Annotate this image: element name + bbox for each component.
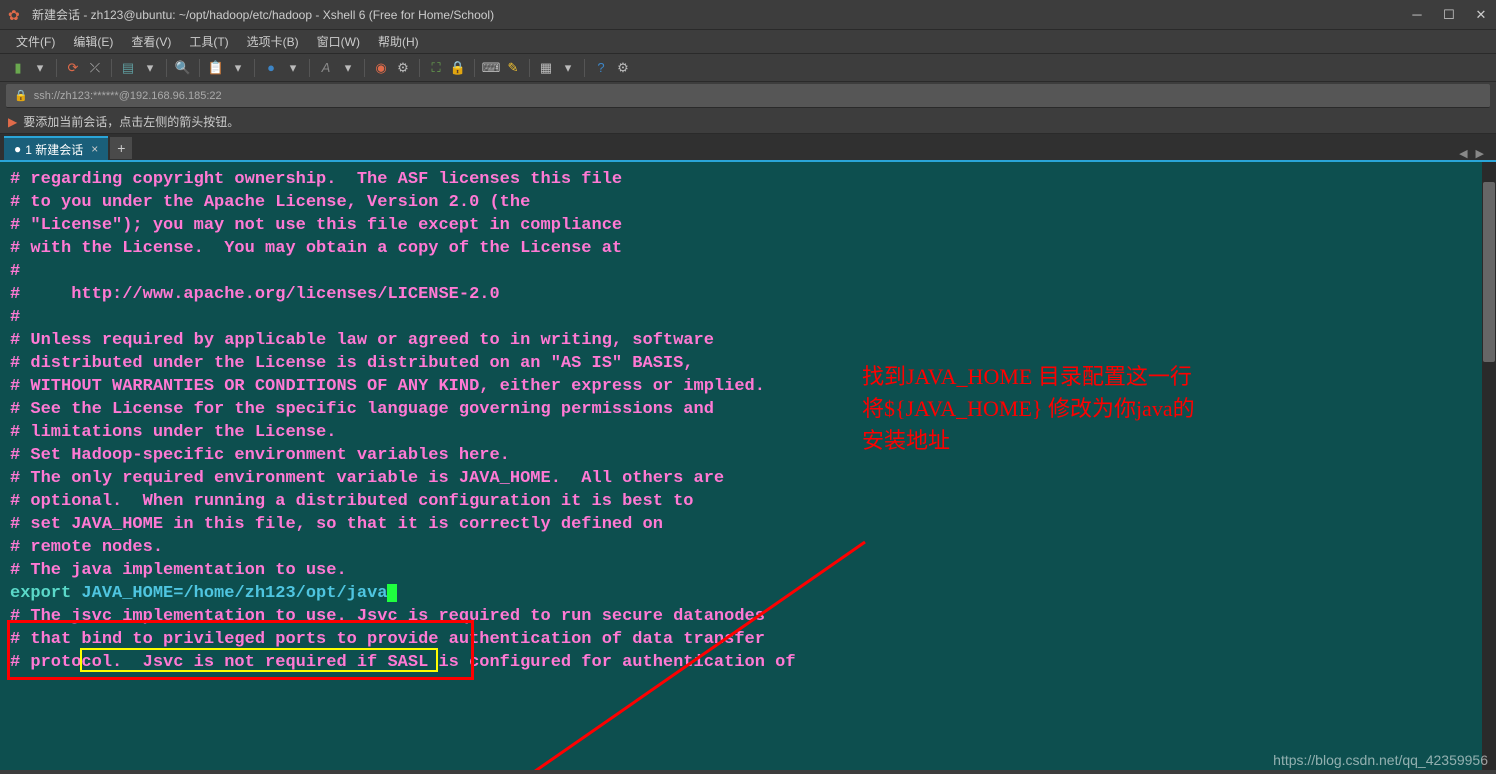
window-controls: ─ ☐ ✕ xyxy=(1410,8,1488,22)
terminal-line: # xyxy=(10,306,1486,329)
annotation-line: 找到JAVA_HOME 目录配置这一行 xyxy=(862,361,1195,393)
terminal-line: # Unless required by applicable law or a… xyxy=(10,329,1486,352)
tab-next-icon[interactable]: ▶ xyxy=(1476,147,1484,160)
tab-close-icon[interactable]: × xyxy=(91,142,98,156)
tab-prev-icon[interactable]: ◀ xyxy=(1459,147,1467,160)
terminal-line: # remote nodes. xyxy=(10,536,1486,559)
watermark: https://blog.csdn.net/qq_42359956 xyxy=(1273,752,1488,768)
terminal-scrollbar[interactable] xyxy=(1482,162,1496,770)
terminal-line: # The java implementation to use. xyxy=(10,559,1486,582)
terminal-line: # Set Hadoop-specific environment variab… xyxy=(10,444,1486,467)
help-icon[interactable]: ? xyxy=(591,58,611,78)
hintbar: ▶ 要添加当前会话，点击左侧的箭头按钮。 xyxy=(0,110,1496,134)
tab-label: 1 新建会话 xyxy=(25,141,83,158)
disconnect-icon[interactable]: ⤫ xyxy=(85,58,105,78)
address-text: ssh://zh123:******@192.168.96.185:22 xyxy=(34,90,222,102)
separator xyxy=(309,59,310,77)
terminal-line: # See the License for the specific langu… xyxy=(10,398,1486,421)
new-session-icon[interactable]: ▮ xyxy=(8,58,28,78)
terminal-line: # The only required environment variable… xyxy=(10,467,1486,490)
paste-icon[interactable]: 📋 xyxy=(206,58,226,78)
annotation-line: 安装地址 xyxy=(862,425,1195,457)
menu-tools[interactable]: 工具(T) xyxy=(181,31,236,52)
app-icon: ✿ xyxy=(8,7,24,23)
annotation-yellow-box xyxy=(80,648,438,672)
terminal-line: # optional. When running a distributed c… xyxy=(10,490,1486,513)
cursor xyxy=(387,584,397,602)
separator xyxy=(166,59,167,77)
menu-window[interactable]: 窗口(W) xyxy=(309,31,368,52)
menu-help[interactable]: 帮助(H) xyxy=(370,31,427,52)
export-value: JAVA_HOME=/home/zh123/opt/java xyxy=(81,584,387,603)
highlight-icon[interactable]: ✎ xyxy=(503,58,523,78)
copy-icon[interactable]: ▤ xyxy=(118,58,138,78)
terminal-line: # http://www.apache.org/licenses/LICENSE… xyxy=(10,283,1486,306)
refresh-icon[interactable]: ◉ xyxy=(371,58,391,78)
search-icon[interactable]: 🔍 xyxy=(173,58,193,78)
annotation-line: 将${JAVA_HOME} 修改为你java的 xyxy=(862,393,1195,425)
menubar: 文件(F) 编辑(E) 查看(V) 工具(T) 选项卡(B) 窗口(W) 帮助(… xyxy=(0,30,1496,54)
tab-bullet-icon: ● xyxy=(14,142,21,156)
terminal-line: # "License"); you may not use this file … xyxy=(10,214,1486,237)
window-title: 新建会话 - zh123@ubuntu: ~/opt/hadoop/etc/ha… xyxy=(32,6,1410,23)
separator xyxy=(474,59,475,77)
session-tab[interactable]: ● 1 新建会话 × xyxy=(4,136,108,160)
menu-edit[interactable]: 编辑(E) xyxy=(65,31,121,52)
terminal-line: # to you under the Apache License, Versi… xyxy=(10,191,1486,214)
separator xyxy=(111,59,112,77)
tabbar: ● 1 新建会话 × + ◀ ▶ xyxy=(0,134,1496,160)
dropdown-icon[interactable]: ▾ xyxy=(338,58,358,78)
keyboard-icon[interactable]: ⌨ xyxy=(481,58,501,78)
font-icon[interactable]: A xyxy=(316,58,336,78)
scrollbar-thumb[interactable] xyxy=(1483,182,1495,362)
menu-file[interactable]: 文件(F) xyxy=(8,31,63,52)
menu-tabs[interactable]: 选项卡(B) xyxy=(239,31,307,52)
terminal-line: # regarding copyright ownership. The ASF… xyxy=(10,168,1486,191)
lock-icon[interactable]: 🔒 xyxy=(448,58,468,78)
tool-icon[interactable]: ⚙ xyxy=(393,58,413,78)
export-keyword: export xyxy=(10,584,81,603)
hint-text: 要添加当前会话，点击左侧的箭头按钮。 xyxy=(23,113,239,130)
addressbar[interactable]: 🔒 ssh://zh123:******@192.168.96.185:22 xyxy=(6,84,1490,108)
settings-icon[interactable]: ⚙ xyxy=(613,58,633,78)
flag-icon: ▶ xyxy=(8,115,17,129)
terminal-line: # distributed under the License is distr… xyxy=(10,352,1486,375)
panel-icon[interactable]: ▦ xyxy=(536,58,556,78)
separator xyxy=(254,59,255,77)
tab-nav: ◀ ▶ xyxy=(1459,147,1492,160)
dropdown-icon[interactable]: ▾ xyxy=(558,58,578,78)
dropdown-icon[interactable]: ▾ xyxy=(228,58,248,78)
add-tab-button[interactable]: + xyxy=(110,137,132,159)
terminal-line: # limitations under the License. xyxy=(10,421,1486,444)
lock-icon: 🔒 xyxy=(14,89,28,102)
globe-icon[interactable]: ● xyxy=(261,58,281,78)
menu-view[interactable]: 查看(V) xyxy=(123,31,179,52)
separator xyxy=(364,59,365,77)
terminal-line: # WITHOUT WARRANTIES OR CONDITIONS OF AN… xyxy=(10,375,1486,398)
separator xyxy=(56,59,57,77)
expand-icon[interactable]: ⛶ xyxy=(426,58,446,78)
annotation-text: 找到JAVA_HOME 目录配置这一行 将${JAVA_HOME} 修改为你ja… xyxy=(862,361,1195,457)
dropdown-icon[interactable]: ▾ xyxy=(30,58,50,78)
maximize-button[interactable]: ☐ xyxy=(1442,8,1456,22)
reconnect-icon[interactable]: ⟳ xyxy=(63,58,83,78)
separator xyxy=(529,59,530,77)
terminal[interactable]: # regarding copyright ownership. The ASF… xyxy=(0,160,1496,770)
separator xyxy=(199,59,200,77)
minimize-button[interactable]: ─ xyxy=(1410,8,1424,22)
dropdown-icon[interactable]: ▾ xyxy=(140,58,160,78)
terminal-line: # with the License. You may obtain a cop… xyxy=(10,237,1486,260)
separator xyxy=(419,59,420,77)
terminal-line: # xyxy=(10,260,1486,283)
terminal-line: # set JAVA_HOME in this file, so that it… xyxy=(10,513,1486,536)
separator xyxy=(584,59,585,77)
toolbar: ▮ ▾ ⟳ ⤫ ▤ ▾ 🔍 📋 ▾ ● ▾ A ▾ ◉ ⚙ ⛶ 🔒 ⌨ ✎ ▦ … xyxy=(0,54,1496,82)
titlebar: ✿ 新建会话 - zh123@ubuntu: ~/opt/hadoop/etc/… xyxy=(0,0,1496,30)
close-button[interactable]: ✕ xyxy=(1474,8,1488,22)
dropdown-icon[interactable]: ▾ xyxy=(283,58,303,78)
